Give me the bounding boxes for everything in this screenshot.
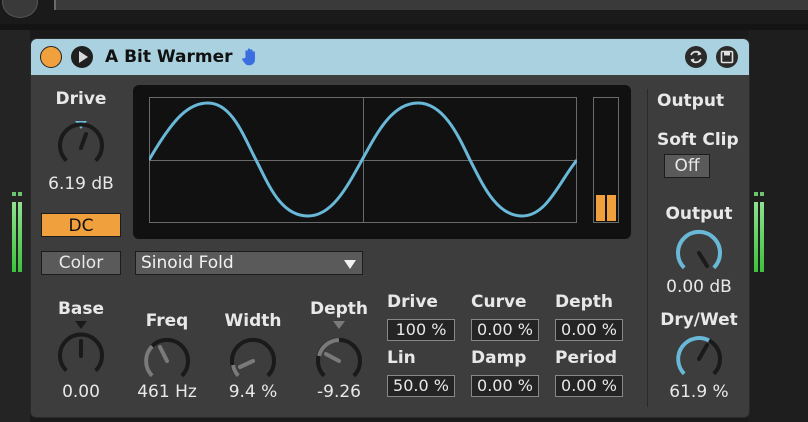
left-meter-strip <box>0 30 30 422</box>
curve-field[interactable]: 0.00 % <box>471 319 539 341</box>
dc-button[interactable]: DC <box>41 213 121 237</box>
base-value: 0.00 <box>62 382 100 402</box>
output-gain-label: Output <box>665 204 733 224</box>
soft-clip-toggle[interactable]: Off <box>664 154 710 178</box>
output-section-label: Output <box>657 91 725 111</box>
right-level-meter <box>754 188 766 272</box>
color-button[interactable]: Color <box>41 251 121 275</box>
waveform-display <box>133 85 631 239</box>
width-value: 9.4 % <box>228 382 278 402</box>
base-label: Base <box>57 299 105 319</box>
dry-wet-knob[interactable] <box>669 329 729 381</box>
mode-dropdown[interactable]: Sinoid Fold <box>135 251 363 275</box>
period-label: Period <box>555 348 618 368</box>
device-title: A Bit Warmer <box>105 47 233 67</box>
soft-clip-label: Soft Clip <box>657 130 739 150</box>
drive-value: 6.19 dB <box>48 174 114 194</box>
waveform-curve <box>149 101 577 218</box>
damp-label: Damp <box>471 348 527 368</box>
top-field[interactable] <box>54 0 808 10</box>
output-gain-value: 0.00 dB <box>666 277 732 297</box>
output-peak-meter <box>593 97 619 223</box>
chevron-down-icon <box>344 260 356 269</box>
arrangement-toggle-button[interactable] <box>2 0 38 18</box>
period-field[interactable]: 0.00 % <box>555 375 623 397</box>
play-icon[interactable] <box>71 46 93 68</box>
device-panel: A Bit Warmer Drive 6.19 dB DC Color Sino… <box>30 38 750 418</box>
width-knob[interactable] <box>223 331 283 383</box>
damp-field[interactable]: 0.00 % <box>471 375 539 397</box>
right-meter-strip <box>748 30 808 422</box>
shaper-depth-label: Depth <box>555 292 614 312</box>
freq-label: Freq <box>145 311 189 331</box>
hand-icon[interactable] <box>239 46 261 68</box>
dry-wet-value: 61.9 % <box>669 382 729 402</box>
curve-label: Curve <box>471 292 527 312</box>
drive-label: Drive <box>55 89 107 109</box>
swap-icon[interactable] <box>685 46 707 68</box>
freq-knob[interactable] <box>137 331 197 383</box>
base-knob[interactable] <box>53 319 109 383</box>
device-title-bar[interactable]: A Bit Warmer <box>31 39 749 75</box>
save-preset-icon[interactable] <box>716 46 738 68</box>
depth-value: -9.26 <box>317 382 361 402</box>
output-divider <box>647 89 648 407</box>
shaper-drive-label: Drive <box>387 292 438 312</box>
depth-knob[interactable] <box>309 319 369 383</box>
width-label: Width <box>224 311 282 331</box>
output-gain-knob[interactable] <box>669 223 729 275</box>
drive-knob[interactable] <box>53 109 109 173</box>
top-toolbar <box>0 0 808 24</box>
lin-field[interactable]: 50.0 % <box>387 375 455 397</box>
lin-label: Lin <box>387 348 416 368</box>
mode-dropdown-value: Sinoid Fold <box>141 253 234 273</box>
freq-value: 461 Hz <box>137 382 197 402</box>
shaper-drive-field[interactable]: 100 % <box>387 319 455 341</box>
depth-label: Depth <box>309 299 369 319</box>
shaper-depth-field[interactable]: 0.00 % <box>555 319 623 341</box>
power-toggle-icon[interactable] <box>40 46 62 68</box>
dry-wet-label: Dry/Wet <box>660 310 738 330</box>
left-level-meter <box>12 188 24 272</box>
